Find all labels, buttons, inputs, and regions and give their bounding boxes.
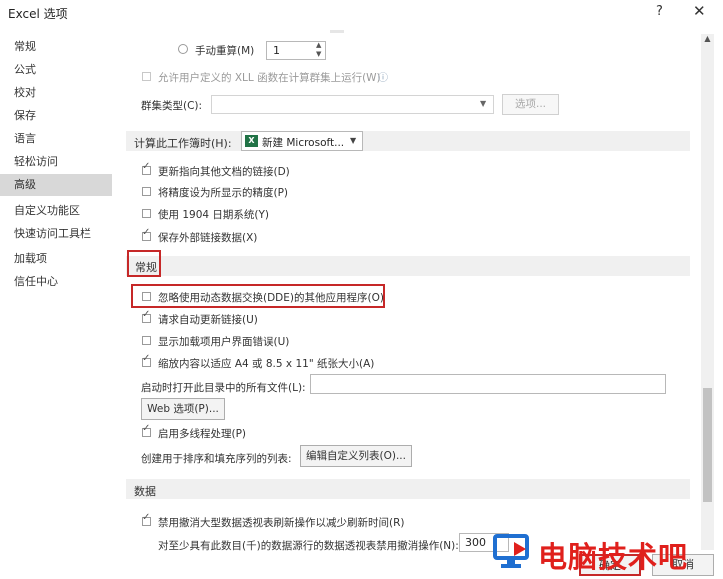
auto-update-links-label: 请求自动更新链接(U) xyxy=(158,314,258,326)
manual-recalc-spinner[interactable]: 1 ▲ ▼ xyxy=(266,41,326,60)
check-icon: ✓ xyxy=(142,227,151,238)
startup-folder-input[interactable] xyxy=(310,374,666,394)
save-external-links-label: 保存外部链接数据(X) xyxy=(158,232,258,244)
info-icon: ⓘ xyxy=(378,73,388,84)
scroll-up-icon[interactable]: ▲ xyxy=(701,34,714,47)
workbook-select[interactable]: X 新建 Microsoft... ▼ xyxy=(241,131,363,151)
scrollbar-thumb[interactable] xyxy=(703,388,712,502)
xll-checkbox[interactable] xyxy=(142,72,151,81)
check-icon: ✓ xyxy=(142,353,151,364)
manual-recalc-label: 手动重算(M) xyxy=(195,45,255,57)
monitor-logo-icon xyxy=(493,534,529,568)
data-section-title: 数据 xyxy=(134,485,156,498)
manual-recalc-radio[interactable] xyxy=(178,44,188,54)
addin-errors-label: 显示加载项用户界面错误(U) xyxy=(158,336,290,348)
undo-threshold-label: 对至少具有此数目(千)的数据源行的数据透视表禁用撤消操作(N): xyxy=(158,540,459,552)
precision-label: 将精度设为所显示的精度(P) xyxy=(158,187,289,199)
workbook-value: 新建 Microsoft... xyxy=(262,137,345,149)
custom-list-label: 创建用于排序和填充序列的列表: xyxy=(141,453,292,465)
watermark-text: 电脑技术吧 xyxy=(538,540,689,574)
calc-workbook-label: 计算此工作簿时(H): xyxy=(134,137,232,150)
precision-checkbox[interactable] xyxy=(142,187,151,196)
nav-item-add-ins[interactable]: 加载项 xyxy=(0,248,112,270)
chevron-down-icon: ▼ xyxy=(350,136,357,145)
edit-custom-lists-button[interactable]: 编辑自定义列表(O)... xyxy=(300,445,412,467)
nav-item-proofing[interactable]: 校对 xyxy=(0,82,112,104)
nav-item-customize-ribbon[interactable]: 自定义功能区 xyxy=(0,200,112,222)
spin-down-icon[interactable]: ▼ xyxy=(316,50,321,58)
nav-item-save[interactable]: 保存 xyxy=(0,105,112,127)
check-icon: ✓ xyxy=(142,309,151,320)
help-button[interactable]: ? xyxy=(656,4,663,19)
spin-up-icon[interactable]: ▲ xyxy=(316,41,321,49)
scale-a4-label: 缩放内容以适应 A4 或 8.5 x 11" 纸张大小(A) xyxy=(158,358,375,370)
undo-threshold-value: 300 xyxy=(465,536,486,549)
manual-recalc-value: 1 xyxy=(273,44,280,57)
ignore-dde-label: 忽略使用动态数据交换(DDE)的其他应用程序(O) xyxy=(158,292,384,304)
check-icon: ✓ xyxy=(142,161,151,172)
data-section-header xyxy=(126,479,690,499)
chevron-down-icon: ▼ xyxy=(480,99,487,108)
disable-undo-label: 禁用撤消大型数据透视表刷新操作以减少刷新时间(R) xyxy=(158,517,405,529)
excel-icon: X xyxy=(245,135,258,147)
nav-item-formulas[interactable]: 公式 xyxy=(0,59,112,81)
check-icon: ✓ xyxy=(142,512,151,523)
web-options-button[interactable]: Web 选项(P)... xyxy=(141,398,225,420)
update-links-label: 更新指向其他文档的链接(D) xyxy=(158,166,290,178)
cluster-type-label: 群集类型(C): xyxy=(141,100,203,112)
general-section-title: 常规 xyxy=(135,261,157,274)
check-icon: ✓ xyxy=(142,423,151,434)
nav-item-trust-center[interactable]: 信任中心 xyxy=(0,271,112,293)
multithread-label: 启用多线程处理(P) xyxy=(158,428,247,440)
options-nav: 常规 公式 校对 保存 语言 轻松访问 高级 自定义功能区 快速访问工具栏 加载… xyxy=(0,30,116,330)
date-1904-label: 使用 1904 日期系统(Y) xyxy=(158,209,270,221)
xll-label: 允许用户定义的 XLL 函数在计算群集上运行(W) xyxy=(158,72,381,84)
general-section-header xyxy=(126,256,690,276)
clipped-control xyxy=(330,30,344,33)
nav-item-advanced[interactable]: 高级 xyxy=(0,174,112,196)
watermark-logo: 电脑技术吧 xyxy=(492,530,687,574)
window-title: Excel 选项 xyxy=(8,7,68,21)
nav-item-language[interactable]: 语言 xyxy=(0,128,112,150)
nav-item-general[interactable]: 常规 xyxy=(0,36,112,58)
close-button[interactable]: ✕ xyxy=(693,2,706,20)
cluster-options-button[interactable]: 选项... xyxy=(502,94,559,115)
nav-item-accessibility[interactable]: 轻松访问 xyxy=(0,151,112,173)
date-1904-checkbox[interactable] xyxy=(142,209,151,218)
startup-folder-label: 启动时打开此目录中的所有文件(L): xyxy=(141,382,306,394)
cluster-type-select[interactable]: ▼ xyxy=(211,95,494,114)
nav-item-quick-access-toolbar[interactable]: 快速访问工具栏 xyxy=(0,223,112,245)
ignore-dde-checkbox[interactable] xyxy=(142,292,151,301)
addin-errors-checkbox[interactable] xyxy=(142,336,151,345)
title-bar: Excel 选项 ? ✕ xyxy=(0,0,723,24)
